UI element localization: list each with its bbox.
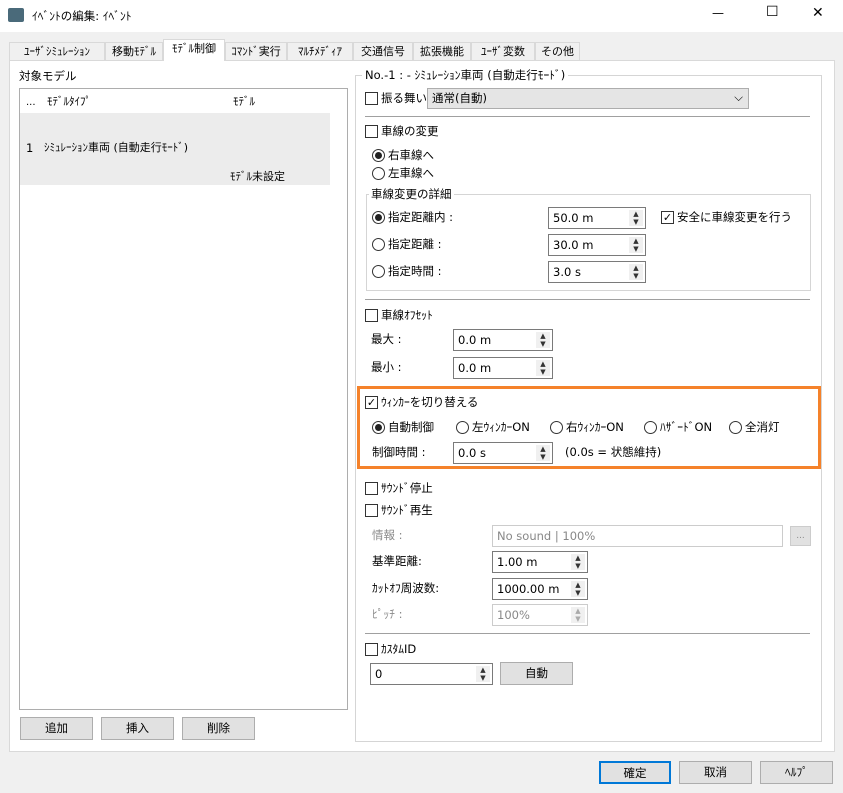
- cutoff-label: ｶｯﾄｵﾌ周波数:: [372, 581, 440, 595]
- table-row[interactable]: 1 ｼﾐｭﾚｰｼｮﾝ車両 (自動走行ﾓｰﾄﾞ) ﾓﾃﾞﾙ未設定: [20, 113, 330, 185]
- tab-0[interactable]: ﾕｰｻﾞｼﾐｭﾚｰｼｮﾝ: [9, 42, 105, 61]
- control-time-spinner[interactable]: 0.0 s ▲ ▼: [453, 442, 553, 464]
- min-spinner[interactable]: 0.0 m ▲ ▼: [453, 357, 553, 379]
- winker-option-3[interactable]: ﾊｻﾞｰﾄﾞON: [644, 419, 712, 435]
- row-no: 1: [26, 141, 34, 155]
- detail-group-title: 車線変更の詳細: [369, 186, 454, 202]
- insert-button[interactable]: 挿入: [101, 717, 174, 740]
- col-model-type[interactable]: ﾓﾃﾞﾙﾀｲﾌﾟ: [47, 94, 91, 110]
- tab-5[interactable]: 交通信号: [353, 42, 413, 61]
- auto-button[interactable]: 自動: [500, 662, 573, 685]
- behavior-dropdown[interactable]: 通常(自動) ⌵: [427, 88, 749, 109]
- info-field: No sound | 100%: [492, 525, 783, 547]
- close-button[interactable]: ✕: [812, 5, 824, 21]
- group-title: No.-1 : - ｼﾐｭﾚｰｼｮﾝ車両 (自動走行ﾓｰﾄﾞ): [362, 67, 569, 83]
- cutoff-spinner[interactable]: 1000.00 m ▲ ▼: [492, 578, 588, 600]
- safe-lane-change-checkbox[interactable]: ✓ 安全に車線変更を行う: [661, 209, 792, 225]
- winker-option-4[interactable]: 全消灯: [729, 419, 780, 435]
- target-model-label: 対象モデル: [19, 69, 77, 83]
- tab-7[interactable]: ﾕｰｻﾞ変数: [471, 42, 535, 61]
- tab-1[interactable]: 移動ﾓﾃﾞﾙ: [105, 42, 163, 61]
- pitch-label: ﾋﾟｯﾁ :: [372, 607, 403, 621]
- tab-3[interactable]: ｺﾏﾝﾄﾞ実行: [225, 42, 287, 61]
- control-time-label: 制御時間 :: [372, 445, 426, 459]
- winker-option-2[interactable]: 右ｳｨﾝｶｰON: [550, 419, 624, 435]
- row-model: ﾓﾃﾞﾙ未設定: [230, 170, 285, 183]
- custom-id-spinner[interactable]: 0 ▲ ▼: [370, 663, 493, 685]
- help-button[interactable]: ﾍﾙﾌﾟ: [760, 761, 833, 784]
- add-button[interactable]: 追加: [20, 717, 93, 740]
- radio-time[interactable]: 指定時間 :: [372, 263, 442, 279]
- maximize-button[interactable]: ☐: [766, 4, 779, 20]
- window-title: ｲﾍﾞﾝﾄの編集: ｲﾍﾞﾝﾄ: [32, 9, 132, 23]
- cancel-button[interactable]: 取消: [679, 761, 752, 784]
- within-distance-spinner[interactable]: 50.0 m ▲ ▼: [548, 207, 646, 229]
- row-type: ｼﾐｭﾚｰｼｮﾝ車両 (自動走行ﾓｰﾄﾞ): [44, 141, 189, 154]
- pitch-spinner: 100% ▲ ▼: [492, 604, 588, 626]
- ref-distance-label: 基準距離:: [372, 554, 422, 568]
- radio-distance[interactable]: 指定距離 :: [372, 236, 442, 252]
- winker-checkbox[interactable]: ✓ ｳｨﾝｶｰを切り替える: [365, 394, 478, 410]
- time-spinner[interactable]: 3.0 s ▲ ▼: [548, 261, 646, 283]
- radio-within-distance[interactable]: 指定距離内 :: [372, 209, 453, 225]
- min-label: 最小 :: [371, 360, 402, 374]
- behavior-checkbox[interactable]: 振る舞い: [365, 90, 427, 106]
- info-label: 情報 :: [372, 528, 403, 542]
- minimize-button[interactable]: —: [712, 6, 724, 20]
- tab-2[interactable]: ﾓﾃﾞﾙ制御: [163, 39, 225, 61]
- winker-option-1[interactable]: 左ｳｨﾝｶｰON: [456, 419, 530, 435]
- sound-play-checkbox[interactable]: ｻｳﾝﾄﾞ再生: [365, 502, 433, 518]
- sound-stop-checkbox[interactable]: ｻｳﾝﾄﾞ停止: [365, 480, 433, 496]
- ok-button[interactable]: 確定: [599, 761, 671, 784]
- tab-4[interactable]: ﾏﾙﾁﾒﾃﾞｨｱ: [287, 42, 353, 61]
- max-label: 最大 :: [371, 332, 402, 346]
- tab-6[interactable]: 拡張機能: [413, 42, 471, 61]
- winker-option-0[interactable]: 自動制御: [372, 419, 434, 435]
- app-icon: [8, 8, 24, 22]
- title-bar: ｲﾍﾞﾝﾄの編集: ｲﾍﾞﾝﾄ — ☐ ✕: [0, 0, 843, 32]
- browse-button: ...: [790, 526, 811, 546]
- max-spinner[interactable]: 0.0 m ▲ ▼: [453, 329, 553, 351]
- ref-distance-spinner[interactable]: 1.00 m ▲ ▼: [492, 551, 588, 573]
- radio-left-lane[interactable]: 左車線へ: [372, 165, 434, 181]
- chevron-down-icon: ⌵: [734, 90, 743, 104]
- distance-spinner[interactable]: 30.0 m ▲ ▼: [548, 234, 646, 256]
- model-list[interactable]: ... ﾓﾃﾞﾙﾀｲﾌﾟ ﾓﾃﾞﾙ 1 ｼﾐｭﾚｰｼｮﾝ車両 (自動走行ﾓｰﾄﾞ…: [19, 88, 348, 710]
- control-time-note: (0.0s = 状態維持): [565, 445, 662, 459]
- radio-right-lane[interactable]: 右車線へ: [372, 147, 434, 163]
- lane-offset-checkbox[interactable]: 車線ｵﾌｾｯﾄ: [365, 307, 433, 323]
- col-model[interactable]: ﾓﾃﾞﾙ: [233, 94, 255, 110]
- col-no[interactable]: ...: [26, 95, 36, 111]
- custom-id-checkbox[interactable]: ｶｽﾀﾑID: [365, 641, 416, 657]
- lane-change-checkbox[interactable]: 車線の変更: [365, 123, 439, 139]
- delete-button[interactable]: 削除: [182, 717, 255, 740]
- tab-8[interactable]: その他: [535, 42, 580, 61]
